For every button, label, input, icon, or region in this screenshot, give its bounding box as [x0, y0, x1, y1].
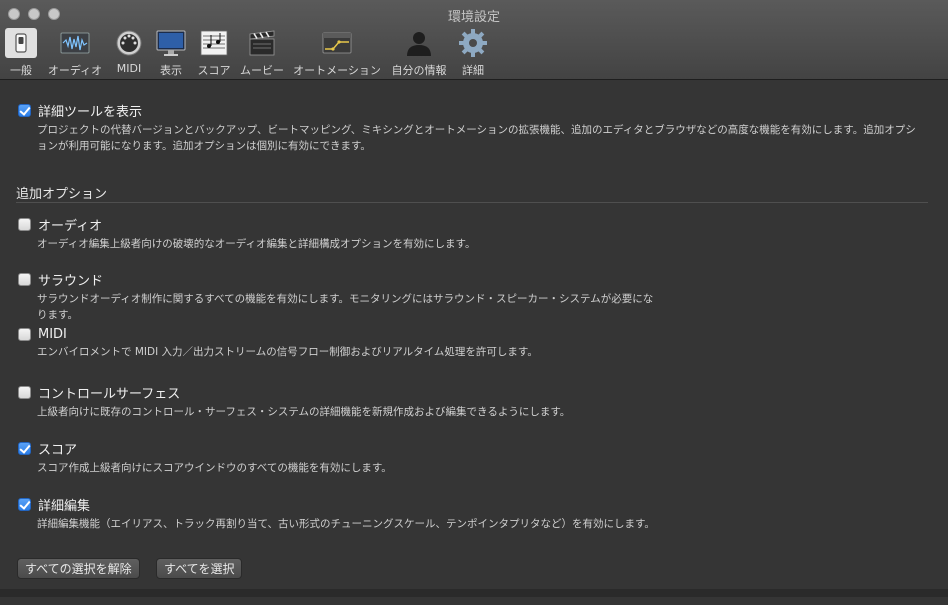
monitor-icon	[155, 28, 187, 58]
option-title: 詳細ツールを表示	[38, 105, 143, 120]
option-description: 詳細編集機能（エイリアス、トラック再割り当て、古い形式のチューニングスケール、テ…	[37, 518, 655, 530]
automation-icon	[321, 28, 353, 58]
option-description: プロジェクトの代替バージョンとバックアップ、ビートマッピング、ミキシングとオート…	[37, 124, 916, 152]
show-advanced-tools-checkbox[interactable]	[18, 104, 31, 117]
score-icon	[198, 28, 230, 58]
section-divider	[16, 202, 928, 203]
option-description: エンバイロメントで MIDI 入力／出力ストリームの信号フロー制御およびリアルタ…	[37, 346, 538, 358]
option-title: コントロールサーフェス	[38, 387, 181, 402]
tab-movie[interactable]: ムービー	[238, 28, 286, 77]
tab-display[interactable]: 表示	[154, 28, 188, 77]
midi-checkbox[interactable]	[18, 328, 31, 341]
tab-label: 一般	[10, 64, 32, 77]
advanced-preferences-panel: 詳細ツールを表示 プロジェクトの代替バージョンとバックアップ、ビートマッピング、…	[0, 81, 948, 597]
control-surfaces-checkbox[interactable]	[18, 386, 31, 399]
select-all-button[interactable]: すべてを選択	[156, 558, 243, 579]
audio-checkbox[interactable]	[18, 218, 31, 231]
option-description: サラウンドオーディオ制作に関するすべての機能を有効にします。モニタリングにはサラ…	[37, 293, 654, 321]
option-title: スコア	[38, 443, 78, 458]
tab-midi[interactable]: MIDI	[113, 28, 145, 76]
tab-automation[interactable]: オートメーション	[292, 28, 382, 77]
advanced-editing-checkbox[interactable]	[18, 498, 31, 511]
switch-icon	[5, 28, 37, 58]
option-show-advanced-tools: 詳細ツールを表示 プロジェクトの代替バージョンとバックアップ、ビートマッピング、…	[18, 101, 918, 154]
tab-label: オートメーション	[293, 64, 381, 77]
option-midi: MIDI エンバイロメントで MIDI 入力／出力ストリームの信号フロー制御およ…	[18, 327, 918, 360]
deselect-all-button[interactable]: すべての選択を解除	[17, 558, 140, 579]
tab-label: スコア	[197, 64, 231, 77]
tab-label: オーディオ	[47, 64, 103, 77]
midi-port-icon	[113, 28, 145, 58]
window-bottom-edge	[0, 589, 948, 597]
option-title: サラウンド	[38, 274, 104, 289]
option-title: MIDI	[38, 327, 67, 342]
clapperboard-icon	[246, 28, 278, 58]
option-control-surfaces: コントロールサーフェス 上級者向けに既存のコントロール・サーフェス・システムの詳…	[18, 383, 918, 420]
tab-label: 詳細	[462, 64, 484, 77]
option-score: スコア スコア作成上級者向けにスコアウインドウのすべての機能を有効にします。	[18, 439, 918, 476]
tab-label: 自分の情報	[391, 64, 447, 77]
tab-label: ムービー	[240, 64, 284, 77]
gear-icon	[457, 28, 489, 58]
tab-advanced[interactable]: 詳細	[456, 28, 490, 77]
surround-checkbox[interactable]	[18, 273, 31, 286]
toolbar: 環境設定 一般 オーディオ MIDI 表示 スコア ムービー オートメーション …	[0, 0, 948, 80]
section-heading: 追加オプション	[16, 187, 108, 202]
person-icon	[403, 28, 435, 58]
option-description: オーディオ編集上級者向けの破壊的なオーディオ編集と詳細構成オプションを有効にしま…	[37, 238, 476, 250]
tab-label: MIDI	[116, 62, 142, 75]
tab-general[interactable]: 一般	[5, 28, 37, 77]
window-title: 環境設定	[447, 10, 500, 25]
option-title: 詳細編集	[38, 499, 91, 514]
tab-my-info[interactable]: 自分の情報	[390, 28, 448, 77]
option-description: スコア作成上級者向けにスコアウインドウのすべての機能を有効にします。	[37, 462, 392, 474]
tab-audio[interactable]: オーディオ	[44, 28, 106, 77]
option-advanced-editing: 詳細編集 詳細編集機能（エイリアス、トラック再割り当て、古い形式のチューニングス…	[18, 495, 918, 532]
option-description: 上級者向けに既存のコントロール・サーフェス・システムの詳細機能を新規作成および編…	[37, 406, 571, 418]
score-checkbox[interactable]	[18, 442, 31, 455]
option-title: オーディオ	[38, 219, 103, 234]
tab-score[interactable]: スコア	[197, 28, 231, 77]
option-audio: オーディオ オーディオ編集上級者向けの破壊的なオーディオ編集と詳細構成オプション…	[18, 215, 918, 252]
option-surround: サラウンド サラウンドオーディオ制作に関するすべての機能を有効にします。モニタリ…	[18, 270, 658, 323]
waveform-icon	[59, 28, 91, 58]
tab-label: 表示	[160, 64, 182, 77]
preferences-window: 環境設定 一般 オーディオ MIDI 表示 スコア ムービー オートメーション …	[0, 0, 948, 605]
